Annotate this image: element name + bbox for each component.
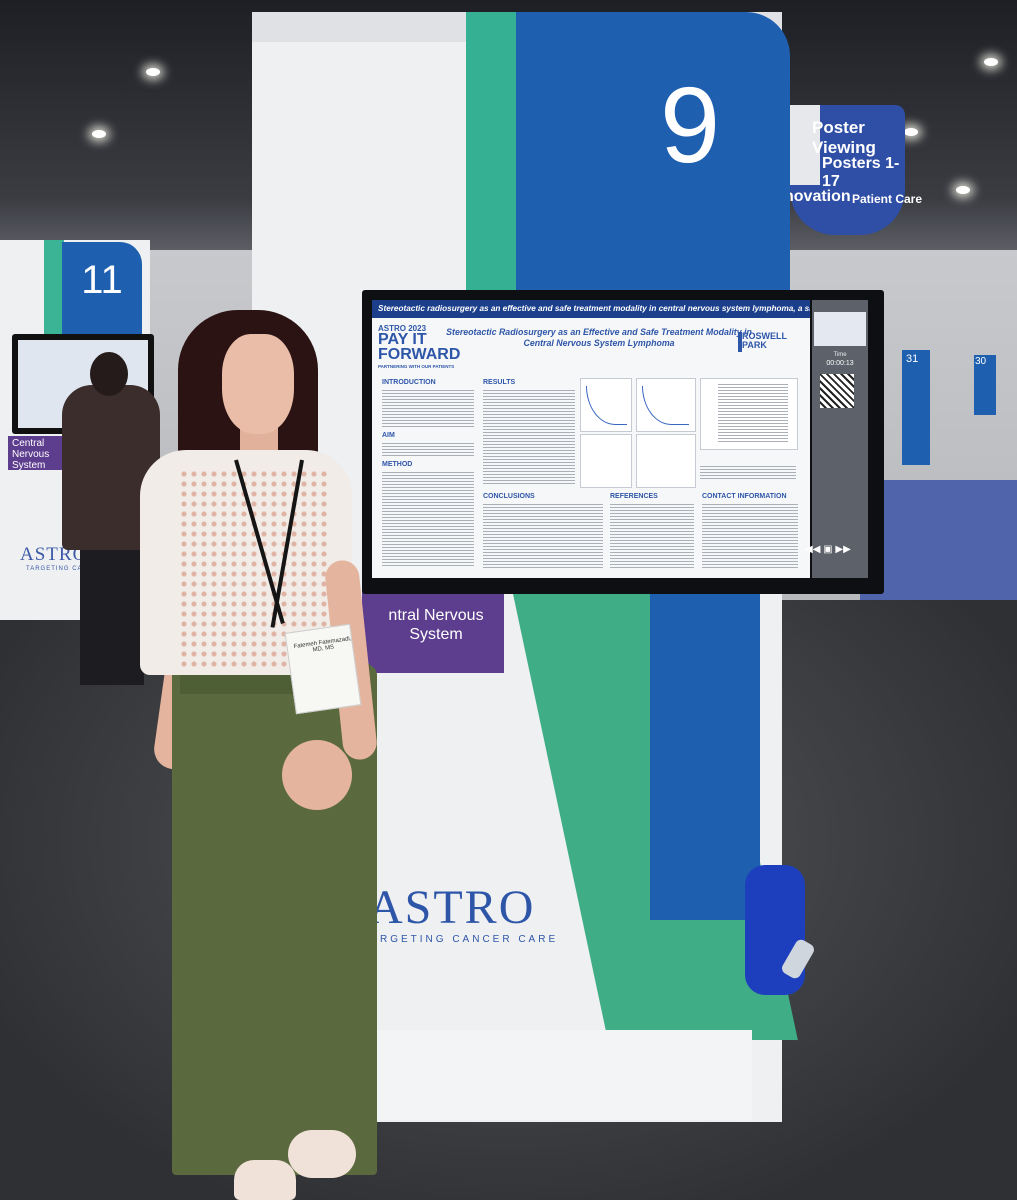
- poster-references-heading: REFERENCES: [610, 493, 658, 500]
- woman-hands: [282, 740, 352, 810]
- kiosk-11-number: 11: [81, 258, 123, 302]
- ceiling-light: [146, 68, 160, 76]
- poster-table-rows: [718, 384, 788, 444]
- poster-conclusions-heading: CONCLUSIONS: [483, 493, 535, 500]
- ceiling-light: [92, 130, 106, 138]
- poster-thumbnail[interactable]: [814, 312, 866, 346]
- kiosk-30-number: 30: [975, 356, 987, 367]
- poster-figure-caption: [700, 466, 796, 480]
- poster-introduction-text: [382, 390, 474, 428]
- kiosk-9-astro-tagline: RGETING CANCER CARE: [380, 934, 559, 945]
- ceiling-light: [956, 186, 970, 194]
- sign-poster-viewing: Poster Viewing: [812, 118, 876, 157]
- poster-banner: Stereotactic radiosurgery as an effectiv…: [372, 300, 810, 318]
- kiosk-11-category-label: Central Nervous System: [8, 436, 68, 471]
- woman-left-shoe: [234, 1160, 296, 1200]
- kiosk-9-base: [372, 1030, 752, 1120]
- poster-conclusions-text: [483, 504, 603, 568]
- poster-references-text: [610, 504, 694, 568]
- qr-code: [820, 374, 854, 408]
- poster-title: Stereotactic Radiosurgery as an Effectiv…: [446, 327, 752, 348]
- woman-right-shoe: [288, 1130, 356, 1178]
- poster-method-heading: METHOD: [382, 461, 413, 468]
- ceiling-light: [984, 58, 998, 66]
- timer-label: Time: [833, 352, 847, 358]
- poster-aim-heading: AIM: [382, 432, 395, 439]
- poster-contact-text: [702, 504, 798, 568]
- poster-aim-text: [382, 443, 474, 457]
- sign-posters-range: Posters 1-17: [822, 155, 900, 190]
- kiosk-11-teal-band: [44, 240, 64, 340]
- navigation-controls[interactable]: ◀◀ ▣ ▶▶: [805, 544, 851, 555]
- kiosk-9-teal-band: [466, 12, 516, 292]
- kiosk-9-number-panel: [516, 12, 790, 292]
- kiosk-31: [902, 350, 930, 465]
- poster-figure-4: [636, 434, 696, 488]
- man-legs: [80, 545, 144, 685]
- kiosk-9-number: 9: [660, 64, 721, 185]
- man-head: [90, 352, 128, 396]
- poster-partner-tagline: PARTNERING WITH OUR PATIENTS: [378, 364, 455, 369]
- poster-figure-3: [580, 434, 632, 488]
- ceiling-light: [904, 128, 918, 136]
- kiosk-9-category-label: ntral Nervous System: [388, 607, 484, 643]
- kiosk-9-astro-logo: ASTRO: [368, 881, 536, 934]
- poster-results-text: [483, 390, 575, 486]
- woman-face: [222, 334, 294, 434]
- roswell-park-logo: ROSWELL PARK: [742, 331, 787, 350]
- poster-contact-heading: CONTACT INFORMATION: [702, 493, 787, 500]
- timer-value: 00:00:13: [826, 360, 854, 367]
- poster-introduction-heading: INTRODUCTION: [382, 379, 436, 386]
- kiosk-31-number: 31: [906, 353, 919, 365]
- sign-innovation: novation: [784, 188, 851, 205]
- poster-results-heading: RESULTS: [483, 379, 516, 386]
- poster-method-text: [382, 472, 474, 568]
- kiosk-9-blue-stripe: [650, 590, 760, 920]
- sign-patient-care: Patient Care: [852, 192, 923, 206]
- roswell-park-icon: [738, 332, 742, 352]
